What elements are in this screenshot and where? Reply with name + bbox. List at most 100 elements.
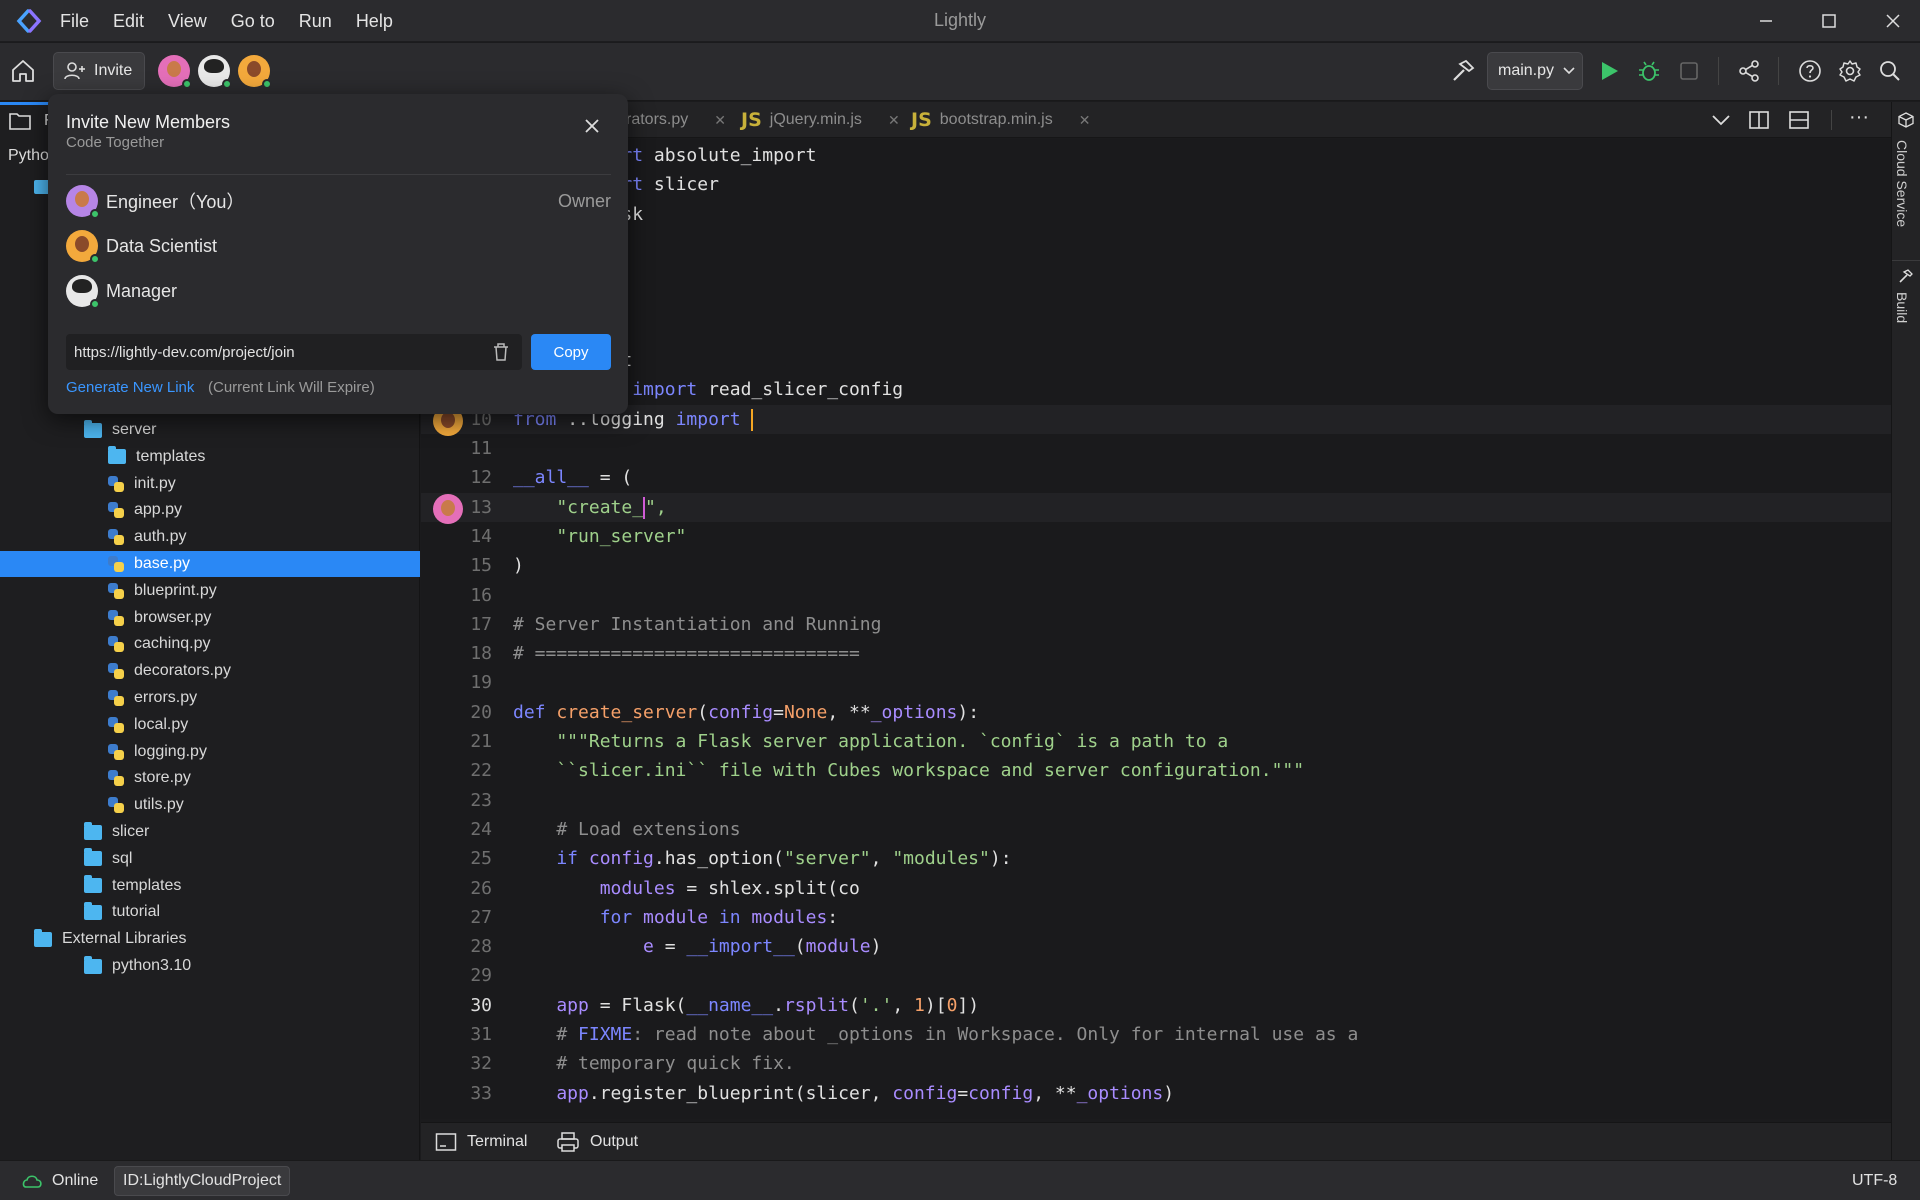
code-line[interactable]: import Flask: [421, 200, 1891, 229]
code-line[interactable]: 19: [421, 668, 1891, 697]
line-number: 31: [470, 1024, 492, 1045]
file-item[interactable]: decorators.py: [0, 658, 420, 684]
file-item[interactable]: browser.py: [0, 605, 420, 631]
folder-item[interactable]: tutorial: [0, 899, 420, 925]
code-line[interactable]: print import slicer: [421, 170, 1891, 199]
file-item[interactable]: utils.py: [0, 792, 420, 818]
code-line[interactable]: fig_parser import read_slicer_config: [421, 375, 1891, 404]
code-line[interactable]: 31 # FIXME: read note about _options in …: [421, 1020, 1891, 1049]
tab-bootstrap[interactable]: JS bootstrap.min.js ✕: [911, 102, 1090, 138]
code-line[interactable]: 25 if config.has_option("server", "modul…: [421, 844, 1891, 873]
code-line[interactable]: 12 __all__ = (: [421, 463, 1891, 492]
file-item[interactable]: blueprint.py: [0, 578, 420, 604]
code-line[interactable]: 15): [421, 551, 1891, 580]
code-line[interactable]: 14 "run_server": [421, 522, 1891, 551]
online-status[interactable]: Online: [52, 1172, 98, 1190]
debug-icon[interactable]: [1633, 55, 1665, 87]
build-tab[interactable]: Build: [1894, 292, 1910, 323]
file-item[interactable]: auth.py: [0, 524, 420, 550]
file-item[interactable]: base.py: [0, 551, 420, 577]
generate-new-link-button[interactable]: Generate New Link: [66, 379, 194, 396]
invite-button[interactable]: Invite: [53, 52, 145, 90]
code-line[interactable]: [421, 288, 1891, 317]
run-icon[interactable]: [1593, 55, 1625, 87]
code-line[interactable]: 32 # temporary quick fix.: [421, 1049, 1891, 1078]
minimize-icon[interactable]: [1753, 8, 1779, 34]
split-vertical-icon[interactable]: [1748, 109, 1770, 136]
file-item[interactable]: errors.py: [0, 685, 420, 711]
code-line[interactable]: s import *: [421, 317, 1891, 346]
folder-item[interactable]: templates: [0, 444, 420, 470]
code-line[interactable]: 20 def create_server(config=None, **_opti…: [421, 698, 1891, 727]
project-label[interactable]: Pytho: [8, 147, 49, 165]
code-line[interactable]: 26 modules = shlex.split(co: [421, 874, 1891, 903]
project-id-badge[interactable]: ID:LightlyCloudProject: [114, 1166, 291, 1196]
code-line[interactable]: ure__ import absolute_import: [421, 141, 1891, 170]
tab-decorators[interactable]: rators.py ✕: [626, 102, 726, 138]
python-file-icon: [108, 529, 124, 546]
code-line[interactable]: port compat: [421, 346, 1891, 375]
run-config-select[interactable]: main.py: [1487, 52, 1583, 90]
code-line[interactable]: 22 ``slicer.ini`` file with Cubes worksp…: [421, 756, 1891, 785]
trash-icon[interactable]: [492, 342, 510, 366]
code-line[interactable]: 16: [421, 581, 1891, 610]
add-user-icon: [64, 62, 85, 80]
avatar[interactable]: [198, 55, 232, 89]
maximize-icon[interactable]: [1816, 8, 1842, 34]
close-window-icon[interactable]: [1880, 8, 1906, 34]
cloud-service-tab[interactable]: Cloud Service: [1894, 140, 1910, 227]
code-line[interactable]: 29: [421, 961, 1891, 990]
close-tab-icon[interactable]: ✕: [1079, 112, 1091, 129]
avatar[interactable]: [158, 55, 192, 89]
share-icon[interactable]: [1733, 55, 1765, 87]
hammer-icon[interactable]: [1447, 55, 1479, 87]
close-icon[interactable]: [582, 116, 602, 141]
rail-divider: [1892, 260, 1920, 261]
file-item[interactable]: store.py: [0, 765, 420, 791]
help-icon[interactable]: [1794, 55, 1826, 87]
folder-item[interactable]: slicer: [0, 819, 420, 845]
file-item[interactable]: app.py: [0, 497, 420, 523]
code-line[interactable]: 13 "create_ ",: [421, 492, 1891, 524]
tab-jquery[interactable]: JS jQuery.min.js ✕: [741, 102, 900, 138]
code-line[interactable]: 28 e = __import__(module): [421, 932, 1891, 961]
stop-icon[interactable]: [1673, 55, 1705, 87]
file-item[interactable]: init.py: [0, 471, 420, 497]
folder-item[interactable]: server: [0, 417, 420, 443]
folder-icon[interactable]: [8, 110, 32, 137]
code-line[interactable]: 23: [421, 786, 1891, 815]
output-tab[interactable]: Output: [556, 1123, 638, 1161]
code-line[interactable]: 30 app = Flask(__name__.rsplit('.', 1)[0…: [421, 991, 1891, 1020]
close-tab-icon[interactable]: ✕: [888, 112, 900, 129]
copy-link-button[interactable]: Copy: [531, 334, 611, 370]
code-editor[interactable]: ure__ import absolute_importprint import…: [421, 139, 1891, 1119]
avatar[interactable]: [238, 55, 272, 89]
code-line[interactable]: 33 app.register_blueprint(slicer, config…: [421, 1079, 1891, 1108]
code-line[interactable]: [421, 258, 1891, 287]
folder-item[interactable]: External Libraries: [0, 926, 420, 952]
close-tab-icon[interactable]: ✕: [714, 112, 726, 129]
code-line[interactable]: 21 """Returns a Flask server application…: [421, 727, 1891, 756]
chevron-down-icon[interactable]: [1710, 110, 1732, 135]
search-icon[interactable]: [1874, 55, 1906, 87]
folder-item[interactable]: sql: [0, 846, 420, 872]
code-line[interactable]: 27 for module in modules:: [421, 903, 1891, 932]
home-icon[interactable]: [7, 55, 39, 87]
code-line[interactable]: ex: [421, 229, 1891, 258]
more-options-icon[interactable]: ···: [1849, 106, 1869, 129]
code-line[interactable]: 11: [421, 434, 1891, 463]
split-horizontal-icon[interactable]: [1788, 109, 1810, 136]
invite-link-field[interactable]: https://lightly-dev.com/project/join: [66, 334, 522, 370]
code-line[interactable]: 24 # Load extensions: [421, 815, 1891, 844]
code-line[interactable]: 17 # Server Instantiation and Running: [421, 610, 1891, 639]
code-line[interactable]: 18 # ==============================: [421, 639, 1891, 668]
encoding-indicator[interactable]: UTF-8: [1852, 1172, 1897, 1190]
settings-gear-icon[interactable]: [1834, 55, 1866, 87]
file-item[interactable]: logging.py: [0, 739, 420, 765]
folder-item[interactable]: python3.10: [0, 953, 420, 979]
folder-item[interactable]: templates: [0, 873, 420, 899]
terminal-tab[interactable]: Terminal: [435, 1123, 527, 1161]
file-item[interactable]: cachinq.py: [0, 631, 420, 657]
code-line[interactable]: 10 from ..logging import: [421, 404, 1891, 436]
file-item[interactable]: local.py: [0, 712, 420, 738]
